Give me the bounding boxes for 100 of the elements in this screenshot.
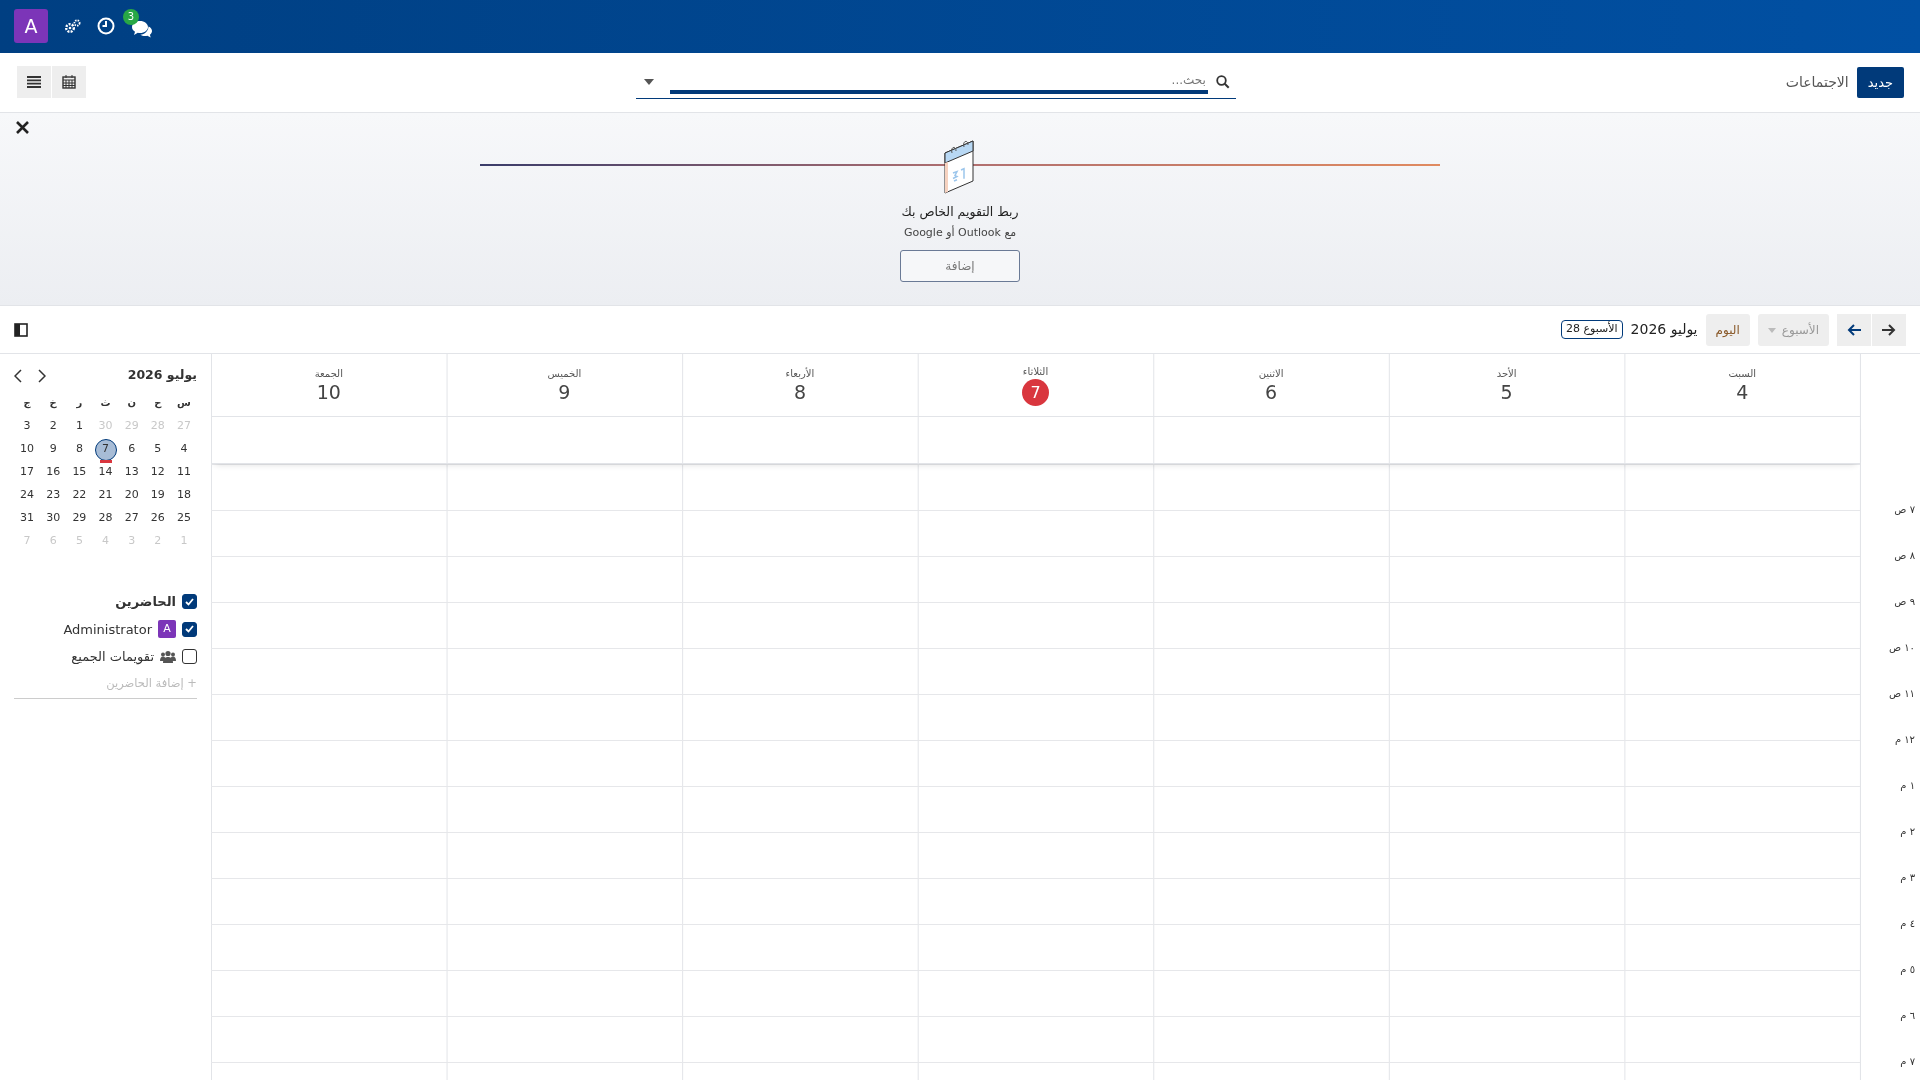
user-avatar[interactable]: A	[14, 9, 48, 44]
weekday-label: خ	[48, 396, 58, 411]
day-number[interactable]: 10	[20, 441, 35, 458]
banner-title: ربط التقويم الخاص بك	[901, 202, 1019, 222]
time-label: ١٠ ص	[1888, 641, 1915, 656]
weekday-label: الأربعاء	[785, 366, 815, 382]
chat-icon[interactable]	[131, 20, 153, 39]
day-number[interactable]: 15	[72, 464, 87, 481]
day-number[interactable]: 14	[98, 464, 113, 481]
close-button[interactable]	[16, 120, 29, 134]
user-avatar: A	[158, 620, 176, 639]
day-number[interactable]: 6	[128, 441, 136, 458]
weekday-label: ر	[75, 396, 84, 411]
day-number[interactable]: 23	[46, 487, 61, 504]
clock-icon[interactable]	[97, 17, 115, 36]
day-number[interactable]: 29	[72, 510, 87, 527]
day-number[interactable]: 1	[75, 418, 83, 435]
day-number[interactable]: 16	[46, 464, 61, 481]
check-icon	[185, 625, 194, 634]
weekday-label: ث	[99, 396, 112, 411]
day-number[interactable]: 11	[176, 464, 191, 481]
new-button[interactable]: جديد	[1856, 66, 1904, 99]
day-number[interactable]: 25	[176, 510, 191, 527]
day-number[interactable]: 24	[20, 487, 35, 504]
mini-calendar-title: يوليو 2026	[127, 366, 197, 385]
weekday-label: السبت	[1728, 367, 1756, 382]
previous-button[interactable]	[1872, 313, 1906, 346]
time-label: ٣ م	[1900, 871, 1915, 886]
day-number[interactable]: 20	[124, 487, 139, 504]
weekday-label: ن	[126, 396, 137, 411]
filter-label: Administrator	[63, 620, 152, 639]
checkbox[interactable]	[182, 621, 197, 637]
weekday-label: س	[176, 396, 192, 411]
day-number[interactable]: 9	[49, 441, 57, 458]
sidebar-toggle-icon[interactable]	[14, 322, 28, 337]
day-number[interactable]: 21	[98, 487, 113, 504]
day-number[interactable]: 18	[176, 487, 191, 504]
calendar-title: يوليو 2026	[1630, 320, 1698, 340]
checkbox[interactable]	[182, 649, 197, 665]
time-label: ٦ م	[1900, 1009, 1915, 1024]
time-label: ٨ ص	[1894, 549, 1915, 564]
banner-subtitle: مع Outlook أو Google	[903, 225, 1017, 242]
day-number[interactable]: 5	[154, 441, 162, 458]
day-number[interactable]: 30	[46, 510, 61, 527]
day-number[interactable]: 17	[20, 464, 35, 481]
people-icon	[160, 650, 176, 664]
next-button[interactable]	[1837, 313, 1871, 346]
day-number: 6	[1265, 381, 1278, 405]
chevron-right-icon[interactable]	[38, 368, 46, 383]
day-number[interactable]: 31	[20, 510, 35, 527]
breadcrumb: الاجتماعات	[1785, 72, 1849, 92]
time-label: ٥ م	[1900, 963, 1915, 978]
search-icon	[1215, 74, 1230, 89]
weekday-label: الأحد	[1496, 366, 1517, 382]
calendar-icon	[62, 75, 76, 90]
caret-icon	[1767, 327, 1776, 333]
time-label: ١٢ م	[1894, 733, 1915, 748]
calendar-view-button[interactable]	[52, 66, 86, 99]
day-number[interactable]: 2	[49, 418, 57, 435]
time-label: ١ م	[1900, 779, 1915, 794]
day-number[interactable]: 22	[72, 487, 87, 504]
day-number[interactable]: 19	[150, 487, 165, 504]
day-number[interactable]: 26	[150, 510, 165, 527]
day-number: 4	[1736, 381, 1749, 405]
arrow-left-icon	[1847, 323, 1861, 336]
day-number[interactable]: 3	[23, 418, 31, 435]
gears-icon[interactable]	[64, 18, 81, 34]
day-number: 8	[793, 381, 806, 405]
time-label: ٩ ص	[1894, 595, 1915, 610]
notification-badge: 3	[123, 8, 139, 25]
today-button[interactable]: اليوم	[1705, 313, 1750, 346]
day-number: 9	[558, 381, 571, 405]
week-badge: الأسبوع 28	[1560, 320, 1623, 339]
weekday-label: الجمعة	[314, 367, 343, 382]
day-number: 10	[316, 381, 341, 405]
filter-label: الحاضرين	[115, 593, 176, 612]
check-icon	[185, 597, 194, 606]
day-number[interactable]: 8	[75, 441, 83, 458]
day-number[interactable]: 7	[94, 438, 117, 461]
arrow-right-icon	[1882, 323, 1896, 336]
checkbox[interactable]	[182, 594, 197, 610]
day-number[interactable]: 27	[124, 510, 139, 527]
list-icon	[27, 76, 41, 89]
day-number[interactable]: 4	[180, 441, 188, 458]
weekday-label: الخميس	[547, 367, 582, 382]
day-number[interactable]: 13	[124, 464, 139, 481]
add-button[interactable]: إضافة	[900, 249, 1020, 282]
dropdown-caret-icon[interactable]	[643, 78, 654, 85]
list-view-button[interactable]	[17, 66, 51, 99]
time-label: ٢ م	[1900, 825, 1915, 840]
weekday-label: الاثنين	[1258, 367, 1284, 382]
time-label: ٤ م	[1900, 917, 1915, 932]
chevron-left-icon[interactable]	[14, 368, 22, 383]
time-label: ٧ ص	[1894, 503, 1915, 518]
day-number: 7	[1022, 379, 1049, 407]
time-label: ٧ م	[1900, 1055, 1915, 1070]
search-field[interactable]: بحث...	[635, 65, 1236, 100]
weekday-label: ح	[153, 396, 163, 411]
day-number[interactable]: 12	[150, 464, 165, 481]
day-number[interactable]: 28	[98, 510, 113, 527]
